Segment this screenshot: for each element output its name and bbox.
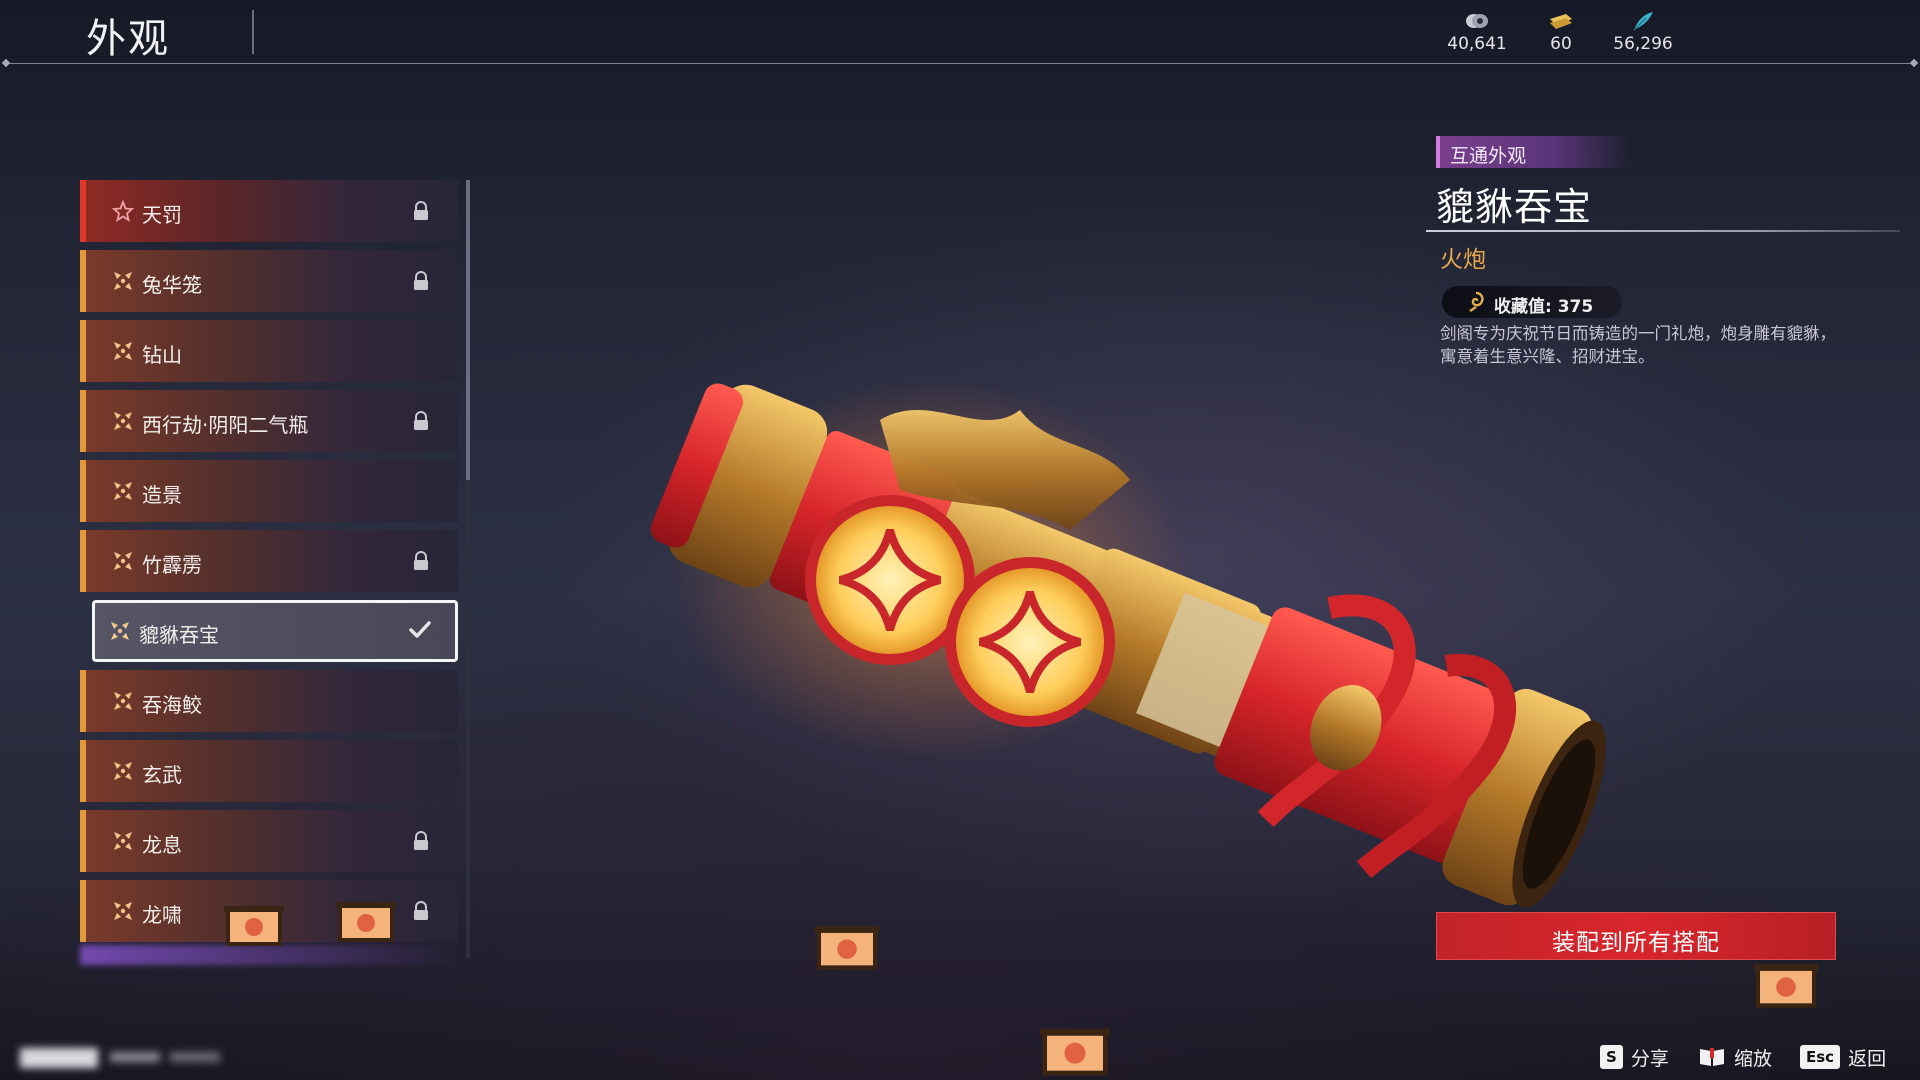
cross-emblem-icon [114,482,132,500]
weapon-type: 火炮 [1440,247,1486,273]
lock-icon [414,551,428,570]
lantern-icon [336,902,396,942]
list-item-label: 天罚 [142,203,182,227]
lock-icon [414,901,428,920]
tag-label: 互通外观 [1450,145,1527,167]
list-item[interactable]: 兔华笼 [80,250,458,312]
star-icon [112,200,134,222]
list-item[interactable]: 龙息 [80,810,458,872]
zoom-label: 缩放 [1734,1047,1773,1070]
cross-emblem-icon [114,342,132,360]
tickets-value: 60 [1550,34,1572,54]
cross-emblem-icon [111,622,129,640]
skin-list[interactable]: 天罚 兔华笼 钻山 西行劫·阴阳二气瓶 造景 竹霹雳 貔貅吞宝 吞海鲛 玄武 龙… [80,180,460,958]
cross-emblem-icon [114,412,132,430]
list-item-label: 竹霹雳 [142,553,202,577]
list-item-label: 龙啸 [142,903,182,927]
collection-value-text: 收藏值: 375 [1494,297,1594,317]
share-label: 分享 [1630,1047,1669,1070]
weapon-description: 剑阁专为庆祝节日而铸造的一门礼炮，炮身雕有貔貅，寓意着生意兴隆、招财进宝。 [1440,324,1836,366]
book-icon [1700,1048,1724,1066]
lock-icon [414,831,428,850]
list-item[interactable]: 吞海鲛 [80,670,458,732]
list-item[interactable]: 钻山 [80,320,458,382]
list-item-label: 西行劫·阴阳二气瓶 [142,413,309,437]
lantern-icon [224,906,284,946]
currency-feathers: 56,296 [1603,10,1683,54]
lock-icon [414,201,428,220]
list-item[interactable]: 西行劫·阴阳二气瓶 [80,390,458,452]
title-divider [252,10,254,54]
list-item-selected[interactable]: 貔貅吞宝 [92,600,458,662]
cross-emblem-icon [114,692,132,710]
crossover-skin-tag: 互通外观 [1436,136,1630,168]
zoom-hint[interactable]: 缩放 [1698,1043,1772,1071]
page-title: 外观 [86,16,170,62]
collection-icon [1469,291,1484,312]
currency-coins: 40,641 [1437,10,1517,54]
feathers-value: 56,296 [1613,34,1673,54]
list-item-label: 兔华笼 [142,273,202,297]
esc-key: Esc [1800,1045,1841,1069]
coins-value: 40,641 [1447,34,1507,54]
collection-value-badge: 收藏值: 375 [1442,286,1622,318]
weapon-name: 貔貅吞宝 [1436,185,1593,229]
list-item[interactable]: 竹霹雳 [80,530,458,592]
cross-emblem-icon [114,762,132,780]
top-bar: 外观 40,641 60 56,296 [0,0,1920,64]
header-divider [6,63,1914,64]
blurred-user-info [20,1044,230,1070]
name-divider [1426,230,1900,232]
list-item-label: 吞海鲛 [142,693,202,717]
weapon-preview[interactable] [600,380,1680,920]
cross-emblem-icon [114,832,132,850]
back-hint[interactable]: Esc 返回 [1800,1043,1886,1071]
lantern-icon [1753,964,1819,1008]
share-hint[interactable]: S 分享 [1600,1043,1669,1071]
cross-emblem-icon [114,272,132,290]
lock-icon [414,411,428,430]
list-item-label: 龙息 [142,833,182,857]
list-item[interactable]: 造景 [80,460,458,522]
list-item[interactable]: 玄武 [80,740,458,802]
lantern-icon [1040,1028,1110,1076]
lock-icon [414,271,428,290]
equip-all-button[interactable]: 装配到所有搭配 [1436,912,1836,960]
lantern-icon [814,926,880,970]
check-icon [409,621,431,638]
ticket-icon [1521,10,1601,32]
feather-icon [1603,10,1683,32]
list-scrollbar-thumb[interactable] [466,180,470,480]
list-item-label: 钻山 [142,343,182,367]
list-item[interactable]: 天罚 [80,180,458,242]
equip-all-label: 装配到所有搭配 [1552,930,1720,956]
list-item-label: 玄武 [142,763,182,787]
currency-tickets: 60 [1521,10,1601,54]
list-item-label: 造景 [142,483,182,507]
coin-icon [1437,10,1517,32]
cross-emblem-icon [114,552,132,570]
back-label: 返回 [1848,1047,1887,1070]
cross-emblem-icon [114,902,132,920]
share-key: S [1600,1045,1623,1069]
list-item-label: 貔貅吞宝 [139,623,219,647]
